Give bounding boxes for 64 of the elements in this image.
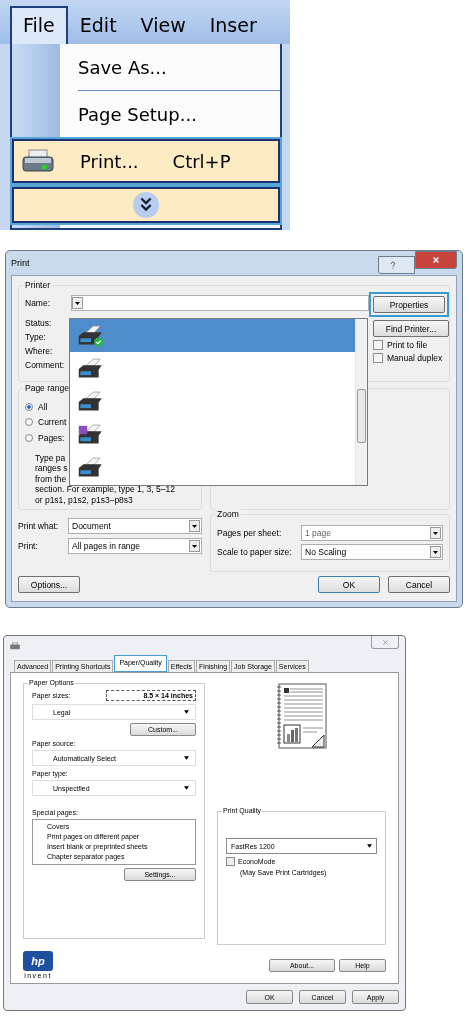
close-icon[interactable] (415, 251, 457, 269)
dropdown-arrow-icon[interactable] (367, 844, 372, 848)
printer-icon (78, 390, 104, 413)
options-button[interactable]: Options... (18, 576, 80, 593)
field-label: Print: (18, 541, 39, 551)
page-preview-drawing (277, 683, 327, 749)
menu-item-label: Print... (80, 150, 139, 172)
checkbox-label: Print to file (387, 340, 428, 350)
dropdown-arrow-icon[interactable] (184, 786, 189, 790)
group-title: Zoom (215, 509, 241, 519)
default-printer-icon (78, 324, 104, 347)
printer-icon (78, 357, 104, 380)
select-field[interactable]: No Scaling (301, 544, 443, 560)
field-label: Type: (25, 331, 46, 343)
group-title: Printer (23, 280, 53, 290)
dropdown-arrow-icon[interactable] (184, 710, 189, 714)
printer-icon (10, 641, 20, 650)
window-title: Print (11, 258, 30, 268)
radio-label: Pages: (38, 432, 65, 443)
radio-button[interactable] (25, 402, 33, 411)
radio-button[interactable] (25, 433, 33, 442)
printer-icon (22, 149, 54, 173)
field-label: Where: (25, 345, 53, 357)
help-text: section. For example, type 1, 3, 5–12 (35, 484, 175, 495)
ok-button[interactable]: OK (318, 576, 380, 593)
printer-icon (78, 456, 104, 479)
menu-bar-item[interactable]: View (128, 8, 198, 44)
select-field[interactable]: All pages in range (68, 538, 202, 554)
menu-bar-item[interactable]: File (10, 6, 68, 44)
radio-label: All (38, 401, 48, 412)
help-text: from the (35, 473, 67, 484)
menu-item[interactable]: Save As... (12, 44, 280, 90)
field-label: Comment: (25, 359, 65, 371)
menu-bar-item[interactable]: Edit (67, 8, 129, 44)
select-field[interactable]: Document (68, 518, 202, 534)
radio-button[interactable] (25, 418, 33, 427)
find-printer-button[interactable]: Find Printer... (373, 320, 449, 337)
field-label: Scale to paper size: (217, 547, 293, 557)
checkbox[interactable] (373, 353, 383, 363)
expand-menu-button[interactable] (12, 187, 280, 223)
field-label: Status: (25, 317, 52, 329)
menu-item[interactable]: Print... Ctrl+P (12, 139, 280, 183)
menu-item[interactable]: Page Setup... (12, 91, 280, 137)
checkbox[interactable] (373, 340, 383, 350)
scrollbar[interactable] (355, 319, 367, 485)
dropdown-arrow-icon[interactable] (184, 756, 189, 760)
checkbox[interactable] (226, 857, 235, 866)
group-title: Page range (23, 383, 71, 393)
help-text: ranges s (35, 463, 68, 474)
field-label: Pages per sheet: (217, 528, 283, 538)
help-text: Type pa (35, 452, 66, 463)
help-icon[interactable] (378, 256, 415, 274)
checkbox-label: Manual duplex (387, 353, 443, 363)
double-chevron-icon (132, 191, 160, 219)
field-label: Name: (25, 298, 52, 308)
properties-button[interactable]: Properties (373, 296, 445, 313)
field-label: Print what: (18, 521, 60, 531)
help-text: or p1s1, p1s2, p1s3–p8s3 (35, 494, 133, 505)
disk-printer-icon (78, 423, 104, 446)
logo: hp (23, 951, 53, 971)
radio-label: Current (38, 417, 67, 428)
cancel-button[interactable]: Cancel (388, 576, 450, 593)
shortcut-text: Ctrl+P (172, 150, 231, 172)
menu-bar-item[interactable]: Inser (197, 8, 269, 44)
